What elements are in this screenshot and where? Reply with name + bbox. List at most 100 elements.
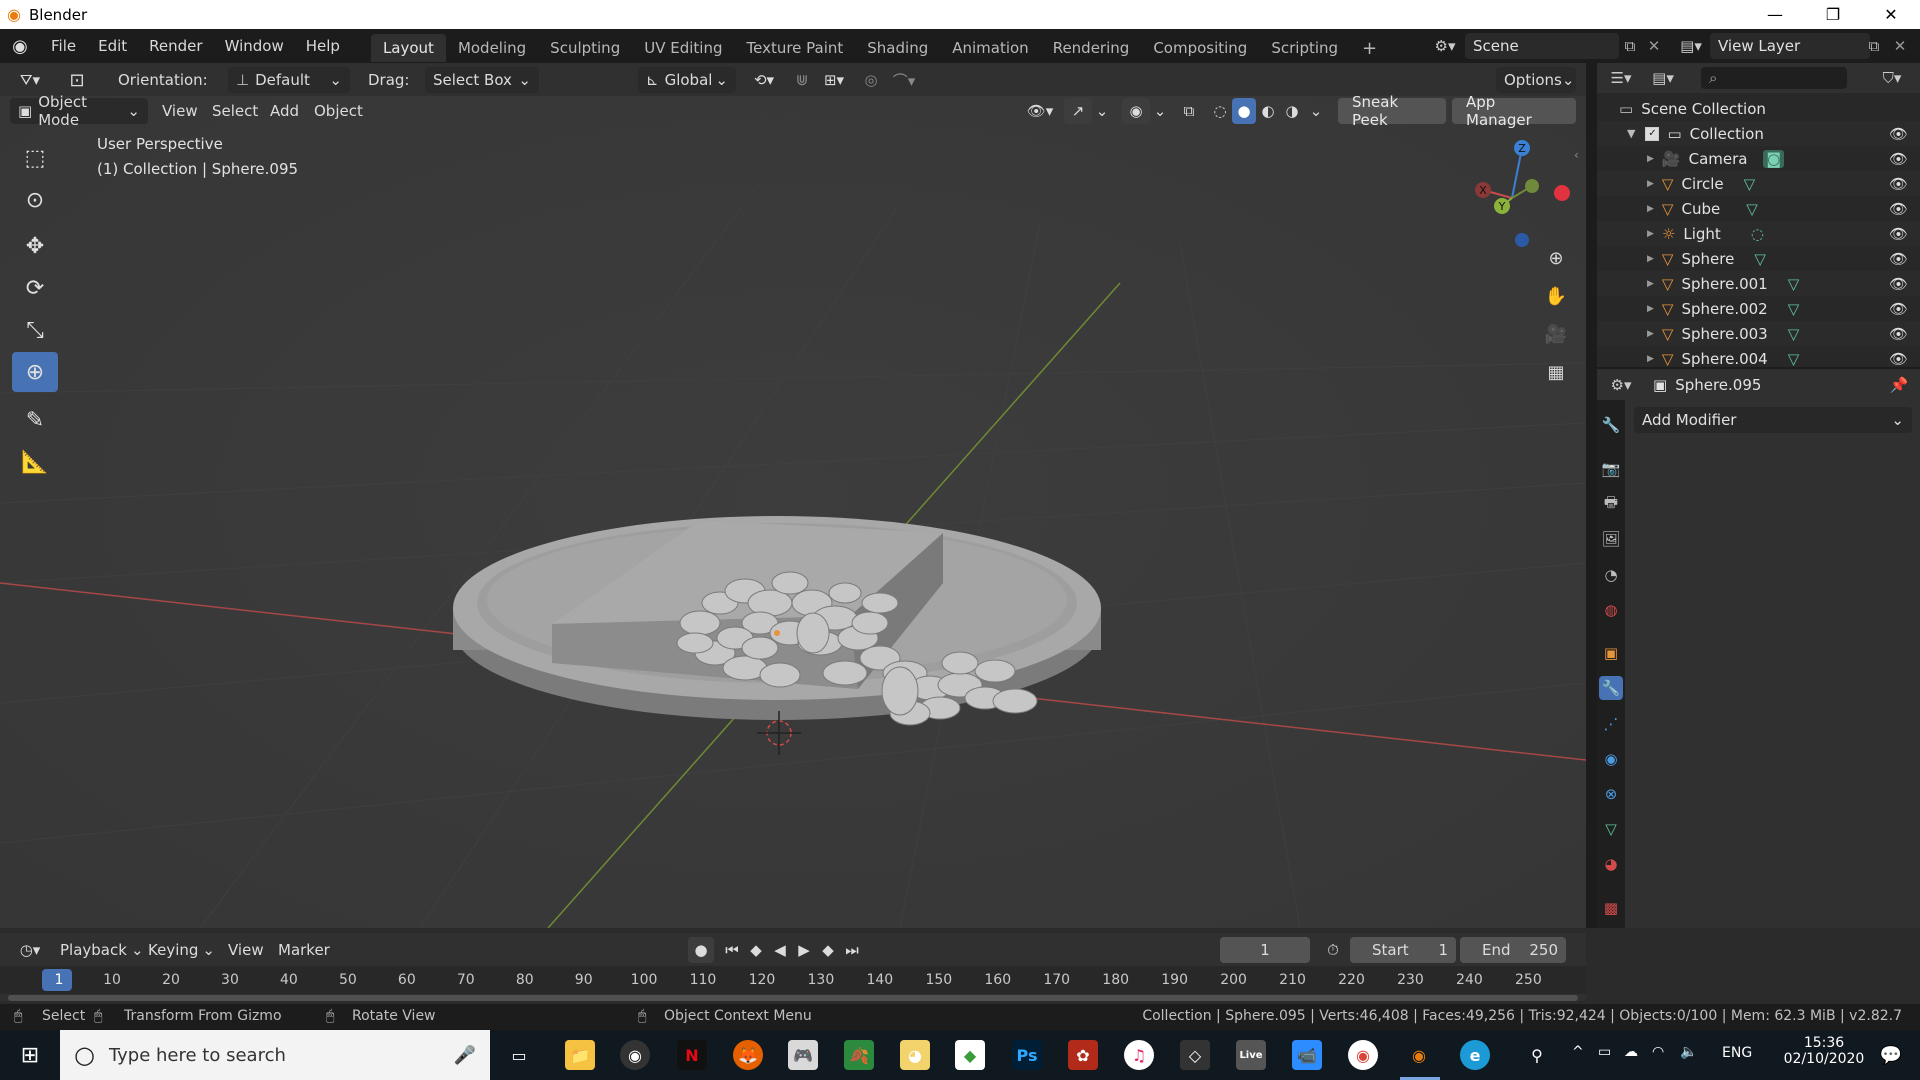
current-frame-field[interactable]: 1: [1220, 937, 1310, 963]
particles-properties-icon[interactable]: ⋰: [1599, 712, 1623, 736]
new-view-layer-icon[interactable]: ⧉: [1862, 33, 1886, 59]
tab-layout[interactable]: Layout: [370, 34, 446, 62]
solid-shading-icon[interactable]: ●: [1232, 98, 1256, 124]
eye-icon[interactable]: 👁: [1889, 350, 1908, 368]
drag-dropdown[interactable]: Select Box ⌄: [425, 67, 539, 93]
outliner-item-sphere-004[interactable]: ▶ ▽ Sphere.004 ▽ 👁: [1597, 346, 1920, 368]
tab-modeling[interactable]: Modeling: [446, 34, 538, 62]
file-explorer-icon[interactable]: 📁: [565, 1040, 595, 1070]
expand-arrow-icon[interactable]: ▶: [1647, 229, 1654, 239]
mode-dropdown[interactable]: ▣ Object Mode ⌄: [10, 93, 148, 129]
microphone-icon[interactable]: 🎤: [454, 1045, 476, 1066]
app-icon-5[interactable]: ✿: [1068, 1040, 1098, 1070]
menu-edit[interactable]: Edit: [87, 32, 138, 60]
end-frame-field[interactable]: End 250: [1460, 937, 1566, 963]
tab-texture-paint[interactable]: Texture Paint: [734, 34, 855, 62]
language-indicator[interactable]: ENG: [1722, 1045, 1752, 1061]
chevron-down-icon[interactable]: ⌄: [1094, 98, 1110, 124]
add-modifier-dropdown[interactable]: Add Modifier ⌄: [1634, 407, 1912, 433]
object-properties-icon[interactable]: ▣: [1599, 641, 1623, 665]
expand-arrow-icon[interactable]: ▶: [1647, 304, 1654, 314]
eye-icon[interactable]: 👁: [1889, 175, 1908, 193]
expand-arrow-icon[interactable]: ▶: [1647, 254, 1654, 264]
orientation-dropdown[interactable]: ⊥ Default ⌄: [228, 67, 350, 93]
tab-compositing[interactable]: Compositing: [1141, 34, 1259, 62]
tab-uv-editing[interactable]: UV Editing: [632, 34, 734, 62]
add-workspace-button[interactable]: +: [1350, 34, 1389, 62]
task-view-icon[interactable]: ▭: [504, 1040, 534, 1070]
collection-checkbox[interactable]: ✓: [1645, 126, 1660, 141]
menu-select[interactable]: Select: [212, 98, 258, 124]
tab-sculpting[interactable]: Sculpting: [538, 34, 632, 62]
world-properties-icon[interactable]: ◍: [1599, 598, 1623, 622]
snap-target-icon[interactable]: ⊞▾: [816, 67, 852, 93]
prev-keyframe-icon[interactable]: ◆: [744, 937, 768, 963]
select-box-icon[interactable]: ⬚: [12, 138, 58, 178]
display-mode-icon[interactable]: ▤▾: [1645, 67, 1681, 89]
eye-icon[interactable]: 👁: [1889, 200, 1908, 218]
visibility-eye-icon[interactable]: 👁▾: [1022, 98, 1058, 124]
outliner-editor-type-icon[interactable]: ☰▾: [1603, 67, 1639, 89]
sneak-peek-button[interactable]: Sneak Peek: [1338, 93, 1446, 129]
menu-add[interactable]: Add: [270, 98, 299, 124]
render-properties-icon[interactable]: 📷: [1599, 457, 1623, 481]
falloff-curve-icon[interactable]: ⌒▾: [886, 67, 922, 93]
snap-magnet-icon[interactable]: ⋓: [788, 67, 816, 93]
pan-hand-icon[interactable]: ✋: [1540, 280, 1572, 312]
onedrive-icon[interactable]: ☁: [1624, 1044, 1638, 1060]
gizmo-toggle-icon[interactable]: ↗: [1064, 98, 1092, 124]
expand-arrow-icon[interactable]: ▶: [1647, 279, 1654, 289]
outliner-item-light[interactable]: ▶ ☼ Light ◌ 👁: [1597, 221, 1920, 246]
expand-arrow-icon[interactable]: ▶: [1647, 179, 1654, 189]
mesh-data-properties-icon[interactable]: ▽: [1599, 817, 1623, 841]
annotate-tool-icon[interactable]: ✎: [12, 400, 58, 440]
transform-tool-icon[interactable]: ⊕: [12, 352, 58, 392]
play-reverse-icon[interactable]: ◀: [768, 937, 792, 963]
eye-icon[interactable]: 👁: [1889, 125, 1908, 143]
start-frame-field[interactable]: Start 1: [1350, 937, 1456, 963]
physics-properties-icon[interactable]: ◉: [1599, 747, 1623, 771]
editor-type-icon[interactable]: ⛛▾: [10, 67, 50, 93]
eye-icon[interactable]: 👁: [1889, 150, 1908, 168]
marker-menu[interactable]: Marker: [278, 937, 330, 963]
outliner-item-sphere[interactable]: ▶ ▽ Sphere ▽ 👁: [1597, 246, 1920, 271]
eye-icon[interactable]: 👁: [1889, 225, 1908, 243]
photoshop-icon[interactable]: Ps: [1012, 1040, 1042, 1070]
menu-file[interactable]: File: [40, 32, 87, 60]
battery-icon[interactable]: ▭: [1598, 1044, 1611, 1060]
keying-menu[interactable]: Keying ⌄: [148, 937, 215, 963]
netflix-icon[interactable]: N: [677, 1040, 707, 1070]
clock[interactable]: 15:36 02/10/2020: [1776, 1035, 1872, 1067]
stopwatch-icon[interactable]: ⏱: [1320, 937, 1346, 963]
rendered-shading-icon[interactable]: ◑: [1280, 98, 1304, 124]
zoom-app-icon[interactable]: 📹: [1292, 1040, 1322, 1070]
constraints-properties-icon[interactable]: ⊗: [1599, 782, 1623, 806]
view-layer-field[interactable]: View Layer: [1710, 33, 1870, 59]
cursor-tool-icon[interactable]: ⊙: [12, 180, 58, 220]
tab-scripting[interactable]: Scripting: [1259, 34, 1350, 62]
blender-menu-icon[interactable]: ◉: [0, 36, 40, 57]
menu-view[interactable]: View: [162, 98, 198, 124]
outliner-item-camera[interactable]: ▶ 🎥 Camera ◙ 👁: [1597, 146, 1920, 171]
playback-menu[interactable]: Playback ⌄: [60, 937, 144, 963]
pin-icon[interactable]: 📌: [1887, 374, 1911, 396]
outliner-scene-collection[interactable]: ▭ Scene Collection: [1597, 96, 1920, 121]
outliner-item-sphere-001[interactable]: ▶ ▽ Sphere.001 ▽ 👁: [1597, 271, 1920, 296]
app-icon-3[interactable]: ◕: [900, 1040, 930, 1070]
app-icon-1[interactable]: 🎮: [788, 1040, 818, 1070]
menu-object[interactable]: Object: [314, 98, 363, 124]
properties-editor-type-icon[interactable]: ⚙▾: [1603, 374, 1639, 396]
outliner-search-input[interactable]: ⌕: [1701, 67, 1847, 89]
expand-arrow-icon[interactable]: ▶: [1647, 354, 1654, 364]
view-layer-selector-icon[interactable]: ▤▾: [1674, 33, 1708, 59]
scene-name-field[interactable]: Scene: [1465, 33, 1619, 59]
scene-properties-icon[interactable]: ◔: [1599, 563, 1623, 587]
eye-icon[interactable]: 👁: [1889, 250, 1908, 268]
app-icon-4[interactable]: ◆: [955, 1040, 985, 1070]
move-tool-icon[interactable]: ✥: [12, 226, 58, 266]
jump-start-icon[interactable]: ⏮: [720, 937, 744, 963]
expand-arrow-icon[interactable]: ▶: [1647, 154, 1654, 164]
area-divider[interactable]: [1586, 63, 1597, 928]
record-icon[interactable]: ●: [688, 937, 714, 963]
unity-icon[interactable]: ◇: [1180, 1040, 1210, 1070]
